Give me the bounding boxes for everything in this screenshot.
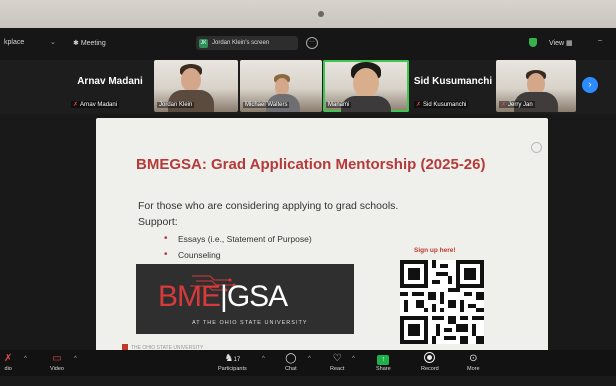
chat-button[interactable]: ◯ Chat bbox=[285, 352, 297, 372]
logo-wordmark: BME|GSA bbox=[158, 280, 288, 313]
share-label: Share bbox=[376, 366, 391, 372]
shared-screen-label: Jordan Klein's screen bbox=[212, 40, 270, 46]
participant-label: Manami bbox=[326, 102, 352, 108]
participant-label: Michael Walters bbox=[243, 102, 290, 108]
participant-tile[interactable]: Sid Kusumanchi ✗ Sid Kusumanchi bbox=[411, 60, 495, 112]
more-options-icon[interactable]: ··· bbox=[306, 37, 318, 49]
share-screen-icon: ↑ bbox=[377, 355, 390, 365]
workplace-label[interactable]: kplace bbox=[4, 39, 24, 46]
participant-big-name: Arnav Madani bbox=[77, 76, 143, 87]
chat-label: Chat bbox=[285, 366, 297, 372]
more-label: More bbox=[467, 366, 480, 372]
mic-off-icon: ✗ bbox=[501, 102, 507, 108]
chat-options-caret[interactable]: ^ bbox=[308, 356, 311, 362]
share-button[interactable]: ↑ Share bbox=[376, 352, 391, 372]
view-label: View bbox=[549, 40, 565, 47]
react-label: React bbox=[330, 366, 345, 372]
shared-screen-indicator[interactable]: JK Jordan Klein's screen bbox=[196, 36, 298, 50]
record-label: Record bbox=[421, 366, 439, 372]
participants-label: Participants bbox=[218, 366, 247, 372]
participant-tile[interactable]: Michael Walters bbox=[240, 60, 322, 112]
bmegsa-logo: BME|GSA AT THE OHIO STATE UNIVERSITY bbox=[136, 264, 354, 334]
minimize-icon[interactable]: – bbox=[598, 37, 602, 44]
next-page-button[interactable]: › bbox=[582, 77, 598, 93]
mic-off-icon: ✗ bbox=[73, 102, 79, 108]
participants-options-caret[interactable]: ^ bbox=[262, 356, 265, 362]
video-options-caret[interactable]: ^ bbox=[74, 356, 77, 362]
zoom-window: kplace ⌄ ✱ Meeting JK Jordan Klein's scr… bbox=[0, 28, 616, 376]
participant-tile[interactable]: Arnav Madani ✗ Arnav Madani bbox=[68, 60, 152, 112]
participants-count: 17 bbox=[233, 357, 241, 363]
shared-screen-area: BMEGSA: Grad Application Mentorship (202… bbox=[0, 114, 616, 354]
presenter-avatar: JK bbox=[199, 39, 208, 48]
logo-subtitle: AT THE OHIO STATE UNIVERSITY bbox=[192, 320, 308, 326]
participant-tile[interactable]: ✗ Jerry Jan bbox=[496, 60, 576, 112]
slide-title: BMEGSA: Grad Application Mentorship (202… bbox=[136, 156, 486, 173]
support-label: Support: bbox=[138, 216, 178, 228]
react-options-caret[interactable]: ^ bbox=[352, 356, 355, 362]
more-button[interactable]: ⊙ More bbox=[467, 352, 480, 372]
slide-subtitle: For those who are considering applying t… bbox=[138, 200, 399, 212]
participants-icon: ♞17 bbox=[224, 353, 241, 364]
more-icon: ⊙ bbox=[469, 353, 478, 364]
participants-button[interactable]: ♞17 Participants bbox=[218, 352, 247, 372]
participant-label: Jordan Klein bbox=[157, 102, 195, 108]
audio-label: dio bbox=[4, 366, 12, 372]
chevron-down-icon[interactable]: ⌄ bbox=[50, 38, 56, 46]
monitor-bezel-top bbox=[0, 0, 616, 28]
meeting-toolbar: ✗ dio ^ ▭ Video ^ ♞17 Participants ^ ◯ C… bbox=[0, 350, 616, 376]
mic-off-icon: ✗ bbox=[416, 102, 422, 108]
view-button[interactable]: View ▦ bbox=[549, 39, 573, 47]
slide-control-icon bbox=[531, 142, 542, 153]
record-button[interactable]: Record bbox=[421, 352, 439, 372]
signup-text: Sign up here! bbox=[414, 247, 456, 254]
video-off-icon: ▭ bbox=[52, 353, 62, 364]
audio-options-caret[interactable]: ^ bbox=[24, 356, 27, 362]
support-list: Essays (i.e., Statement of Purpose) Coun… bbox=[164, 233, 312, 266]
meeting-label: Meeting bbox=[80, 40, 106, 47]
record-icon bbox=[424, 352, 436, 363]
react-button[interactable]: ♡ React bbox=[330, 352, 344, 372]
participant-tile-active[interactable]: Manami bbox=[323, 60, 409, 112]
meeting-menu[interactable]: ✱ Meeting bbox=[73, 39, 106, 47]
participant-tile[interactable]: Jordan Klein bbox=[154, 60, 238, 112]
presentation-slide: BMEGSA: Grad Application Mentorship (202… bbox=[96, 118, 548, 354]
video-button[interactable]: ▭ Video bbox=[50, 352, 64, 372]
list-item: Essays (i.e., Statement of Purpose) bbox=[164, 233, 312, 244]
meeting-icon: ✱ bbox=[73, 40, 81, 47]
participant-label: ✗ Sid Kusumanchi bbox=[414, 101, 469, 108]
participant-gallery: Arnav Madani ✗ Arnav Madani Jordan Klein … bbox=[0, 60, 616, 114]
mic-muted-icon: ✗ bbox=[4, 353, 13, 364]
monitor-bezel-bottom bbox=[0, 376, 616, 386]
react-icon: ♡ bbox=[332, 353, 342, 364]
participant-label: ✗ Arnav Madani bbox=[71, 101, 120, 108]
top-bar: kplace ⌄ ✱ Meeting JK Jordan Klein's scr… bbox=[0, 28, 616, 60]
grid-icon: ▦ bbox=[566, 40, 573, 47]
audio-button[interactable]: ✗ dio bbox=[4, 352, 12, 372]
security-shield-icon[interactable] bbox=[529, 38, 537, 47]
video-label: Video bbox=[50, 366, 64, 372]
participant-big-name: Sid Kusumanchi bbox=[413, 76, 493, 87]
webcam-dot bbox=[318, 11, 324, 17]
participant-label: ✗ Jerry Jan bbox=[499, 101, 535, 108]
chat-icon: ◯ bbox=[285, 353, 297, 364]
qr-code bbox=[400, 260, 484, 344]
list-item: Counseling bbox=[164, 249, 312, 260]
